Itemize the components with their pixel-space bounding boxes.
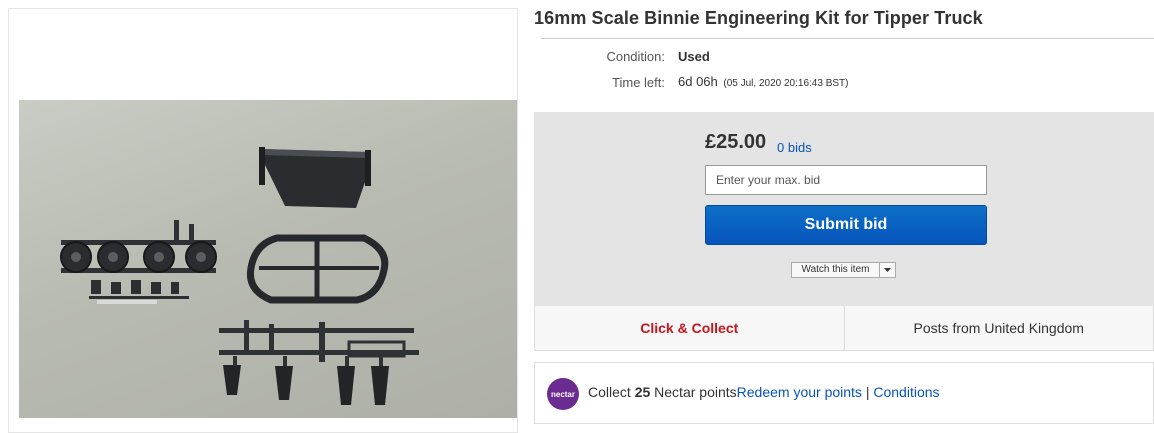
posts-from-label: Posts from United Kingdom	[913, 320, 1084, 336]
time-left-value: 6d 06h	[678, 74, 718, 89]
nectar-points: 25	[634, 384, 651, 400]
item-photo[interactable]	[19, 100, 517, 418]
nectar-box: nectar Collect 25 Nectar pointsRedeem yo…	[534, 362, 1154, 424]
bids-count-link[interactable]: 0 bids	[777, 140, 812, 155]
posts-from-cell: Posts from United Kingdom	[843, 306, 1154, 350]
redeem-points-link[interactable]: Redeem your points	[737, 384, 862, 400]
nectar-separator: |	[861, 384, 874, 400]
time-left-label: Time left:	[612, 75, 665, 90]
nectar-logo-text: nectar	[550, 389, 575, 399]
caret-down-icon[interactable]	[880, 263, 895, 277]
click-collect-label[interactable]: Click & Collect	[640, 320, 738, 336]
item-title: 16mm Scale Binnie Engineering Kit for Ti…	[534, 8, 983, 28]
nectar-logo-icon: nectar	[547, 378, 579, 410]
title-divider	[541, 38, 1154, 39]
nectar-points-text: Collect 25 Nectar pointsRedeem your poin…	[588, 384, 940, 400]
nectar-prefix: Collect	[588, 384, 635, 400]
time-left-value-group: 6d 06h (05 Jul, 2020 20:16:43 BST)	[678, 74, 848, 89]
kit-parts-image	[60, 147, 419, 405]
conditions-link[interactable]: Conditions	[873, 384, 939, 400]
condition-value: Used	[678, 49, 710, 64]
submit-bid-button[interactable]: Submit bid	[705, 205, 987, 245]
watch-item-label[interactable]: Watch this item	[792, 263, 880, 277]
max-bid-input[interactable]	[705, 165, 987, 195]
nectar-suffix: Nectar points	[650, 384, 737, 400]
condition-label: Condition:	[606, 49, 665, 64]
watch-item-button[interactable]: Watch this item	[791, 262, 896, 278]
item-image-panel	[8, 8, 518, 433]
current-price: £25.00	[705, 131, 767, 153]
end-time: (05 Jul, 2020 20:16:43 BST)	[723, 78, 849, 89]
delivery-options: Click & Collect Posts from United Kingdo…	[534, 306, 1154, 351]
click-collect-cell[interactable]: Click & Collect	[535, 306, 844, 350]
